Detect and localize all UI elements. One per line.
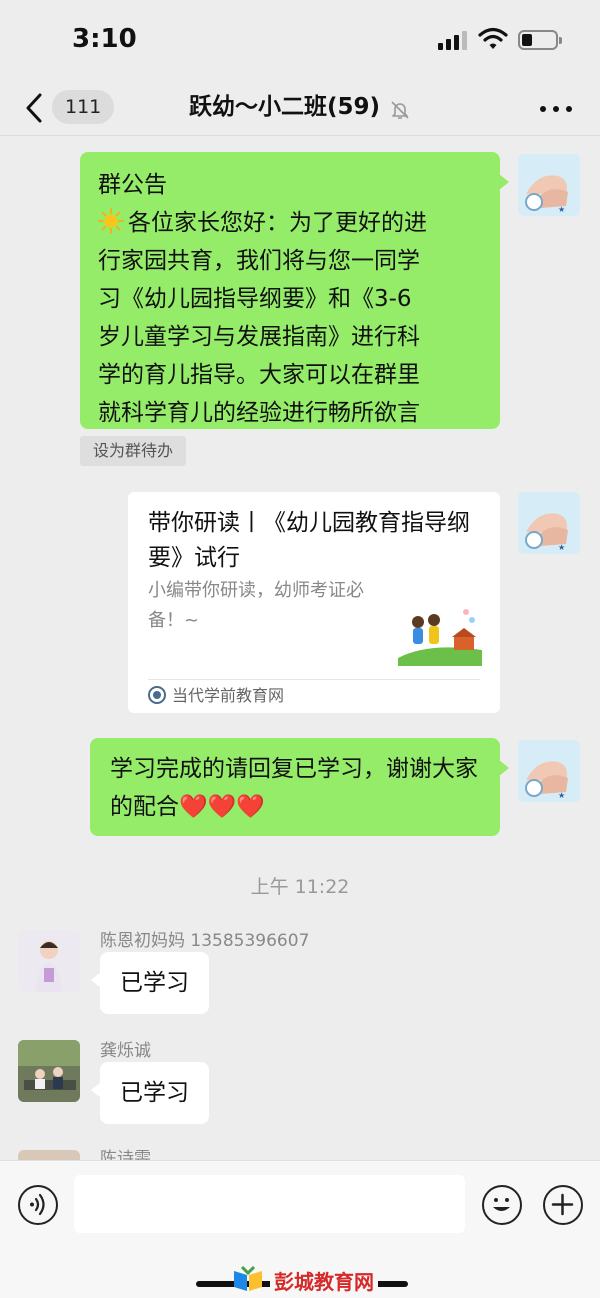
request-message-text: 学习完成的请回复已学习，谢谢大家的配合 (110, 756, 478, 820)
reply-bubble[interactable]: 已学习 (91, 1062, 209, 1124)
smiley-face-icon (493, 1198, 510, 1211)
mute-bell-icon (391, 100, 409, 119)
chat-title[interactable]: 跃幼～小二班(59) (189, 94, 380, 120)
link-card-divider (148, 679, 480, 680)
announcement-line: 习《幼儿园指导纲要》和《3-6 (98, 286, 412, 312)
source-logo-icon (148, 686, 166, 704)
emoji-icon[interactable] (482, 1185, 522, 1225)
sender-name: 陈恩初妈妈 13585396607 (100, 931, 310, 951)
watermark: 彭城教育网 (196, 1265, 408, 1295)
announcement-line: 学的育儿指导。大家可以在群里 (98, 362, 420, 388)
link-card[interactable]: 带你研读丨《幼儿园教育指导纲要》试行 小编带你研读，幼师考证必备！~ 当代学前教… (128, 492, 500, 713)
announcement-bubble[interactable]: 群公告 各位家长您好：为了更好的进 行家园共育，我们将与您一同学 习《幼儿园指导… (80, 152, 509, 429)
link-card-thumbnail (398, 600, 482, 666)
link-card-source: 当代学前教育网 (148, 684, 284, 708)
sun-emoji-icon (98, 208, 124, 234)
link-card-title: 带你研读丨《幼儿园教育指导纲要》试行 (148, 510, 470, 571)
announcement-heading: 群公告 (98, 172, 167, 198)
sender-name: 龚烁诚 (100, 1041, 151, 1061)
plus-icon[interactable] (543, 1185, 583, 1225)
announcement-text: 各位家长您好：为了更好的进 (128, 210, 427, 236)
chat-title-wrap: 跃幼～小二班(59) (0, 90, 600, 124)
member-avatar[interactable] (18, 930, 80, 992)
cellular-signal-icon (438, 30, 468, 50)
my-avatar[interactable]: ★ (518, 154, 580, 216)
svg-text:★: ★ (558, 205, 565, 214)
my-avatar[interactable]: ★ (518, 740, 580, 802)
announcement-line: 就科学育儿的经验进行畅所欲言 (98, 400, 420, 426)
wifi-icon (478, 27, 508, 49)
message-input[interactable] (74, 1175, 465, 1233)
my-avatar[interactable]: ★ (518, 492, 580, 554)
status-bar: 3:10 (0, 0, 600, 80)
message-timestamp: 上午 11:22 (250, 876, 350, 898)
watermark-text: 彭城教育网 (270, 1266, 378, 1295)
link-card-source-name: 当代学前教育网 (172, 686, 285, 705)
svg-text:★: ★ (558, 543, 565, 552)
hearts-emoji: ❤️❤️❤️ (179, 794, 265, 820)
announcement-line: 岁儿童学习与发展指南》进行科 (98, 324, 420, 350)
battery-icon (518, 30, 562, 50)
voice-waves-icon (30, 1193, 45, 1216)
svg-text:★: ★ (558, 791, 565, 800)
announcement-line: 行家园共育，我们将与您一同学 (98, 248, 420, 274)
reply-bubble[interactable]: 已学习 (91, 952, 209, 1014)
announcement-line: 各位家长您好：为了更好的进 (98, 204, 482, 242)
member-avatar[interactable] (18, 1040, 80, 1102)
plus-sign-icon (551, 1193, 574, 1216)
chat-header: 111 跃幼～小二班(59) (0, 80, 600, 136)
link-card-description: 小编带你研读，幼师考证必备！~ (148, 580, 364, 631)
request-message-bubble[interactable]: 学习完成的请回复已学习，谢谢大家的配合❤️❤️❤️ (90, 738, 509, 836)
set-group-todo-button[interactable]: 设为群待办 (80, 436, 187, 466)
input-bar: 彭城教育网 (0, 1160, 600, 1298)
voice-icon[interactable] (18, 1185, 58, 1225)
book-logo-icon (234, 1265, 262, 1291)
status-time: 3:10 (72, 24, 137, 54)
more-dots-icon[interactable] (540, 104, 574, 114)
